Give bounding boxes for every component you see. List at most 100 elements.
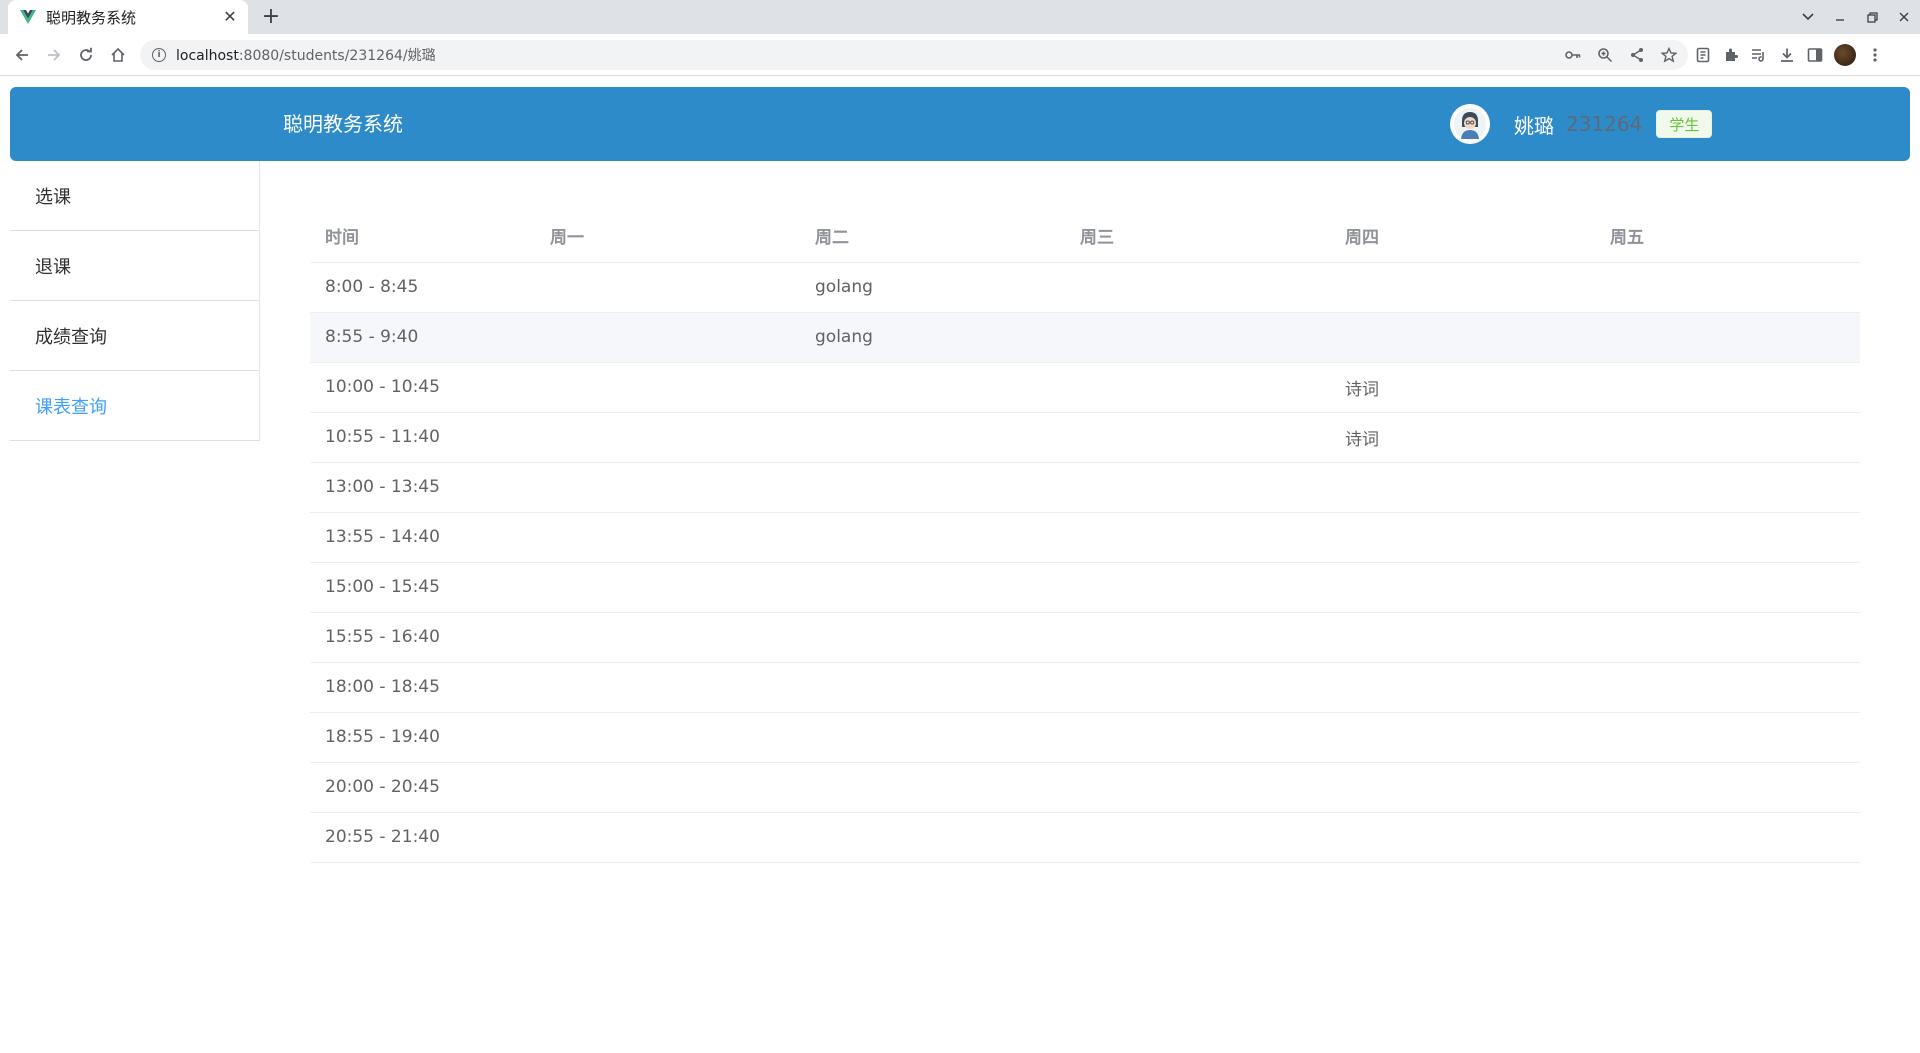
user-avatar-icon[interactable] [1450,104,1490,144]
course-cell-thu: 诗词 [1330,412,1595,463]
time-slot-cell: 20:00 - 20:45 [310,762,535,813]
zoom-icon[interactable] [1596,46,1614,64]
course-cell-fri [1595,262,1860,313]
column-header-wed: 周三 [1065,210,1330,263]
vue-logo-icon [20,9,36,25]
table-row[interactable]: 8:00 - 8:45 golang [310,262,1860,313]
download-icon[interactable] [1778,46,1796,64]
table-row[interactable]: 8:55 - 9:40 golang [310,312,1860,363]
browser-toolbar: i localhost:8080/students/231264/姚璐 [0,34,1920,76]
course-cell-mon [535,412,800,463]
course-cell-fri [1595,662,1860,713]
table-row[interactable]: 18:55 - 19:40 [310,712,1860,763]
column-header-thu: 周四 [1330,210,1595,263]
table-row[interactable]: 15:00 - 15:45 [310,562,1860,613]
course-cell-mon [535,462,800,513]
new-tab-icon[interactable]: + [260,6,282,28]
table-row[interactable]: 10:55 - 11:40 诗词 [310,412,1860,463]
course-cell-wed [1065,762,1330,813]
course-cell-mon [535,312,800,363]
tab-search-icon[interactable] [1792,0,1824,34]
app-header: 聪明教务系统 姚璐 231264 学生 [10,87,1910,161]
back-icon[interactable] [10,43,34,67]
column-header-time: 时间 [310,210,535,263]
url-text: localhost:8080/students/231264/姚璐 [176,48,436,64]
browser-tab[interactable]: 聪明教务系统 ✕ [8,0,248,34]
course-cell-wed [1065,362,1330,413]
bookmark-star-icon[interactable] [1660,46,1678,64]
course-cell-thu [1330,512,1595,563]
course-cell-thu [1330,312,1595,363]
course-cell-thu: 诗词 [1330,362,1595,413]
sidebar-item-grades[interactable]: 成绩查询 [10,301,259,371]
table-row[interactable]: 15:55 - 16:40 [310,612,1860,663]
time-slot-cell: 13:55 - 14:40 [310,512,535,563]
site-info-icon[interactable]: i [152,48,166,62]
course-cell-fri [1595,612,1860,663]
course-cell-tue: golang [800,262,1065,313]
time-slot-cell: 18:55 - 19:40 [310,712,535,763]
column-header-mon: 周一 [535,210,800,263]
course-cell-fri [1595,412,1860,463]
course-cell-wed [1065,412,1330,463]
sidebar-item-timetable[interactable]: 课表查询 [10,371,259,441]
table-row[interactable]: 13:00 - 13:45 [310,462,1860,513]
user-info: 姚璐 231264 学生 [1450,101,1713,147]
share-icon[interactable] [1628,46,1646,64]
time-slot-cell: 8:55 - 9:40 [310,312,535,363]
home-icon[interactable] [106,43,130,67]
reload-icon[interactable] [74,43,98,67]
tab-title: 聪明教务系统 [46,8,137,27]
course-cell-mon [535,662,800,713]
course-cell-fri [1595,712,1860,763]
key-icon[interactable] [1564,46,1582,64]
course-cell-mon [535,712,800,763]
forward-icon[interactable] [42,43,66,67]
side-panel-icon[interactable] [1806,46,1824,64]
course-cell-tue [800,562,1065,613]
time-slot-cell: 13:00 - 13:45 [310,462,535,513]
close-window-icon[interactable] [1888,0,1920,34]
time-slot-cell: 20:55 - 21:40 [310,812,535,863]
course-cell-wed [1065,512,1330,563]
course-cell-wed [1065,462,1330,513]
minimize-icon[interactable] [1824,0,1856,34]
course-cell-thu [1330,812,1595,863]
course-cell-mon [535,512,800,563]
course-cell-fri [1595,562,1860,613]
sidebar-item-select-course[interactable]: 选课 [10,161,259,231]
course-cell-fri [1595,762,1860,813]
table-row[interactable]: 18:00 - 18:45 [310,662,1860,713]
more-menu-icon[interactable] [1866,46,1884,64]
role-badge: 学生 [1656,110,1713,138]
time-slot-cell: 10:55 - 11:40 [310,412,535,463]
user-name: 姚璐 [1514,113,1554,138]
course-cell-fri [1595,812,1860,863]
course-cell-tue [800,612,1065,663]
course-cell-tue [800,812,1065,863]
reading-mode-icon[interactable] [1694,46,1712,64]
tab-close-icon[interactable]: ✕ [222,9,238,25]
course-cell-wed [1065,562,1330,613]
course-cell-mon [535,562,800,613]
course-cell-wed [1065,262,1330,313]
course-cell-wed [1065,612,1330,663]
table-row[interactable]: 20:55 - 21:40 [310,812,1860,863]
media-queue-icon[interactable] [1750,46,1768,64]
extensions-icon[interactable] [1722,46,1740,64]
timetable-header-row: 时间 周一 周二 周三 周四 周五 [310,210,1860,263]
table-row[interactable]: 10:00 - 10:45 诗词 [310,362,1860,413]
sidebar-item-drop-course[interactable]: 退课 [10,231,259,301]
restore-icon[interactable] [1856,0,1888,34]
address-bar[interactable]: i localhost:8080/students/231264/姚璐 [140,40,1688,70]
course-cell-tue [800,662,1065,713]
table-row[interactable]: 13:55 - 14:40 [310,512,1860,563]
time-slot-cell: 15:00 - 15:45 [310,562,535,613]
table-row[interactable]: 20:00 - 20:45 [310,762,1860,813]
time-slot-cell: 15:55 - 16:40 [310,612,535,663]
course-cell-mon [535,762,800,813]
profile-avatar-icon[interactable] [1834,44,1856,66]
course-cell-mon [535,812,800,863]
course-cell-tue [800,512,1065,563]
course-cell-fri [1595,362,1860,413]
